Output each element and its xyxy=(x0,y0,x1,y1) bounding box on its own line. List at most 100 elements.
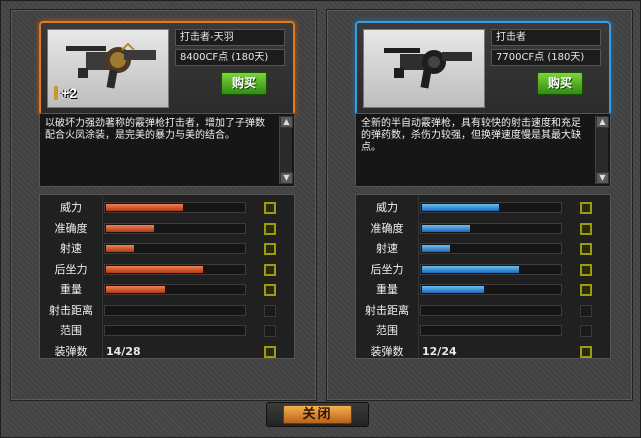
stat-row: 重量 xyxy=(40,280,294,300)
compare-checkbox[interactable] xyxy=(580,284,592,296)
compare-checkbox[interactable] xyxy=(264,202,276,214)
stat-bar-fill xyxy=(422,224,470,232)
weapon-price: 7700CF点 (180天) xyxy=(491,49,601,66)
ammo-row: 装弹数 12/24 xyxy=(356,342,610,362)
compare-checkbox[interactable] xyxy=(264,284,276,296)
stat-bar-fill xyxy=(106,265,203,273)
stat-bar xyxy=(420,202,562,213)
bonus-value: +2 xyxy=(61,85,77,101)
weapon-name: 打击者-天羽 xyxy=(175,29,285,46)
scroll-up-icon[interactable]: ▲ xyxy=(596,116,609,128)
stat-bar-fill xyxy=(422,204,499,211)
stat-label: 射击距离 xyxy=(365,303,409,317)
scroll-down-icon[interactable]: ▼ xyxy=(596,172,609,184)
scroll-up-icon[interactable]: ▲ xyxy=(280,116,293,128)
stat-bar xyxy=(420,263,562,275)
stat-label: 威力 xyxy=(60,201,82,214)
stat-bar xyxy=(104,284,246,295)
stat-row: 射击距离 xyxy=(40,301,294,321)
stat-label: 范围 xyxy=(60,324,82,337)
compare-checkbox[interactable] xyxy=(580,325,592,337)
weapon-compare-window: +2 打击者-天羽 8400CF点 (180天) 购买 以破坏力强劲著称的霰弹枪… xyxy=(0,0,641,438)
close-button-frame: 关闭 xyxy=(266,402,369,427)
compare-checkbox[interactable] xyxy=(264,304,276,317)
stat-label: 准确度 xyxy=(370,221,404,235)
weapon-card: 打击者 7700CF点 (180天) 购买 xyxy=(355,21,611,116)
stat-row: 射击距离 xyxy=(356,301,610,321)
stat-label: 范围 xyxy=(376,324,398,337)
ammo-count: 12/24 xyxy=(422,344,457,358)
stat-bar-fill xyxy=(106,204,183,211)
stat-bar xyxy=(104,263,246,275)
stat-row: 准确度 xyxy=(356,219,610,239)
stat-row: 准确度 xyxy=(40,219,294,239)
weapon-name: 打击者 xyxy=(491,29,601,46)
stat-label: 射速 xyxy=(60,242,82,255)
compare-checkbox[interactable] xyxy=(264,263,276,276)
stat-row: 射速 xyxy=(40,239,294,259)
stat-row: 射速 xyxy=(356,239,610,259)
stat-label: 重量 xyxy=(376,283,398,296)
stat-row: 范围 xyxy=(40,321,294,341)
compare-checkbox[interactable] xyxy=(580,243,592,255)
buy-button[interactable]: 购买 xyxy=(221,72,267,95)
compare-checkbox[interactable] xyxy=(580,263,592,276)
stat-row: 后坐力 xyxy=(356,260,610,280)
description-text: 以破坏力强劲著称的霰弹枪打击者，增加了子弹数配合火凤涂装，是完美的暴力与美的结合… xyxy=(45,118,265,141)
stat-bar-fill xyxy=(422,265,519,273)
stat-bar-fill xyxy=(106,245,134,252)
ammo-label: 装弹数 xyxy=(54,344,88,358)
compare-checkbox[interactable] xyxy=(580,304,592,317)
compare-checkbox[interactable] xyxy=(264,325,276,337)
compare-checkbox[interactable] xyxy=(264,345,276,358)
stat-row: 后坐力 xyxy=(40,260,294,280)
scroll-down-icon[interactable]: ▼ xyxy=(280,172,293,184)
compare-checkbox[interactable] xyxy=(580,345,592,358)
right-weapon-panel: 打击者 7700CF点 (180天) 购买 全新的半自动霰弹枪，具有较快的射击速… xyxy=(326,9,633,401)
stat-bar xyxy=(420,222,562,234)
stat-bar xyxy=(104,202,246,213)
stats-table: 威力准确度射速后坐力重量射击距离范围装弹数 14/28 xyxy=(39,194,295,359)
stat-bar xyxy=(420,284,562,295)
stat-label: 威力 xyxy=(376,201,398,214)
ammo-icon xyxy=(54,86,58,100)
stat-bar xyxy=(420,243,562,254)
buy-button[interactable]: 购买 xyxy=(537,72,583,95)
stat-label: 射速 xyxy=(376,242,398,255)
stat-row: 重量 xyxy=(356,280,610,300)
stats-table: 威力准确度射速后坐力重量射击距离范围装弹数 12/24 xyxy=(355,194,611,359)
stat-bar xyxy=(104,243,246,254)
stat-bar-fill xyxy=(422,245,450,252)
weapon-image xyxy=(363,29,485,108)
stat-bar xyxy=(104,325,246,336)
weapon-card: +2 打击者-天羽 8400CF点 (180天) 购买 xyxy=(39,21,295,116)
stat-bar xyxy=(104,304,246,316)
shotgun-image xyxy=(384,48,472,89)
stat-label: 准确度 xyxy=(54,221,88,235)
stat-label: 射击距离 xyxy=(49,303,93,317)
stat-bar-fill xyxy=(106,224,154,232)
stat-bar xyxy=(420,325,562,336)
weapon-info: 打击者-天羽 8400CF点 (180天) 购买 xyxy=(175,29,285,95)
stat-label: 后坐力 xyxy=(370,262,404,276)
weapon-description: 以破坏力强劲著称的霰弹枪打击者，增加了子弹数配合火凤涂装，是完美的暴力与美的结合… xyxy=(39,113,295,187)
compare-checkbox[interactable] xyxy=(264,243,276,255)
description-scrollbar[interactable]: ▲ ▼ xyxy=(595,116,609,184)
stat-bar-fill xyxy=(422,286,484,293)
stat-row: 范围 xyxy=(356,321,610,341)
left-weapon-panel: +2 打击者-天羽 8400CF点 (180天) 购买 以破坏力强劲著称的霰弹枪… xyxy=(10,9,317,401)
close-button[interactable]: 关闭 xyxy=(283,405,352,424)
weapon-info: 打击者 7700CF点 (180天) 购买 xyxy=(491,29,601,95)
compare-checkbox[interactable] xyxy=(580,202,592,214)
stat-row: 威力 xyxy=(356,198,610,218)
compare-checkbox[interactable] xyxy=(264,222,276,235)
description-text: 全新的半自动霰弹枪，具有较快的射击速度和充足的弹药数，杀伤力较强，但换弹速度慢是… xyxy=(361,118,581,153)
ammo-row: 装弹数 14/28 xyxy=(40,342,294,362)
ammo-label: 装弹数 xyxy=(370,344,404,358)
compare-checkbox[interactable] xyxy=(580,222,592,235)
description-scrollbar[interactable]: ▲ ▼ xyxy=(279,116,293,184)
stat-label: 重量 xyxy=(60,283,82,296)
stat-bar xyxy=(420,304,562,316)
weapon-price: 8400CF点 (180天) xyxy=(175,49,285,66)
weapon-description: 全新的半自动霰弹枪，具有较快的射击速度和充足的弹药数，杀伤力较强，但换弹速度慢是… xyxy=(355,113,611,187)
